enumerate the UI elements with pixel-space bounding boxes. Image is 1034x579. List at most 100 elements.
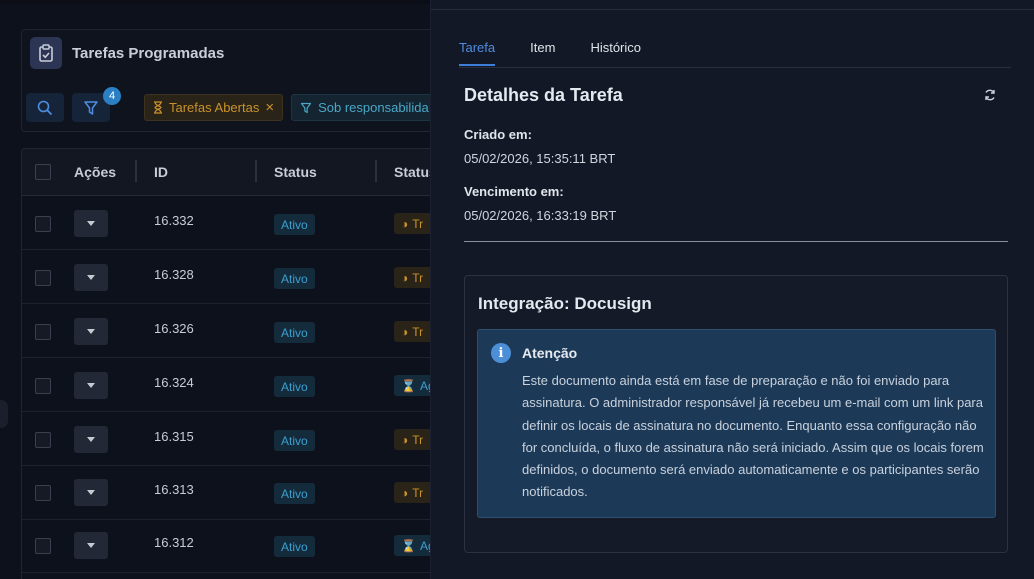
chevron-down-icon: [87, 275, 95, 280]
chevron-down-icon: [87, 329, 95, 334]
row-id: 16.332: [154, 213, 194, 228]
clipboard-icon: [30, 37, 62, 69]
status-badge: Ativo: [274, 536, 315, 557]
table-row[interactable]: 16.332 Ativo ◑ Tr: [22, 196, 440, 250]
table-row[interactable]: 16.324 Ativo ⌛ Ag: [22, 358, 440, 412]
status-badge: Ativo: [274, 214, 315, 235]
filter-row: 4 Tarefas Abertas × Sob responsabilida: [26, 87, 438, 122]
row-checkbox[interactable]: [35, 538, 51, 554]
row-checkbox[interactable]: [35, 216, 51, 232]
row-checkbox[interactable]: [35, 485, 51, 501]
task-status-label: Tr: [412, 485, 424, 500]
clock-half-icon: ◑: [401, 432, 409, 447]
row-actions-button[interactable]: [74, 318, 108, 345]
row-actions-button[interactable]: [74, 532, 108, 559]
row-actions-button[interactable]: [74, 264, 108, 291]
app-root: Tarefas Programadas 4 Tarefas Abertas ×: [0, 0, 1034, 579]
created-value: 05/02/2026, 15:35:11 BRT: [464, 151, 616, 166]
info-icon: i: [491, 343, 511, 363]
tabs-divider: [459, 67, 1011, 68]
filter-button[interactable]: 4: [72, 87, 121, 122]
row-id: 16.324: [154, 375, 194, 390]
column-header-status[interactable]: Status: [274, 164, 317, 180]
status-badge: Ativo: [274, 322, 315, 343]
chevron-down-icon: [87, 437, 95, 442]
row-actions-button[interactable]: [74, 426, 108, 453]
filter-icon: [300, 102, 312, 113]
status-badge: Ativo: [274, 376, 315, 397]
close-icon[interactable]: ×: [265, 99, 274, 116]
table-row[interactable]: 16.328 Ativo ◑ Tr: [22, 250, 440, 304]
hourglass-icon: ⌛: [401, 538, 416, 553]
row-actions-button[interactable]: [74, 479, 108, 506]
task-list-panel: Tarefas Programadas 4 Tarefas Abertas ×: [0, 0, 441, 579]
table-row[interactable]: 16.313 Ativo ◑ Tr: [22, 466, 440, 520]
section-title: Detalhes da Tarefa: [464, 85, 623, 105]
integration-title: Integração: Docusign: [478, 294, 652, 313]
clock-half-icon: ◑: [401, 270, 409, 285]
column-header-actions[interactable]: Ações: [74, 164, 116, 180]
page-title: Tarefas Programadas: [72, 44, 225, 62]
divider: [464, 241, 1008, 242]
integration-card: Integração: Docusign i Atenção Este docu…: [464, 275, 1008, 553]
row-id: 16.326: [154, 321, 194, 336]
tab-history[interactable]: Histórico: [590, 40, 641, 66]
alert-title: Atenção: [522, 345, 578, 361]
filter-count-badge: 4: [103, 87, 121, 105]
tab-item[interactable]: Item: [530, 40, 555, 66]
search-icon: [37, 100, 53, 115]
task-status-label: Tr: [412, 324, 424, 339]
table-row[interactable]: 16.312 Ativo ⌛ Ag: [22, 519, 440, 573]
detail-tabs: Tarefa Item Histórico: [459, 40, 641, 66]
row-id: 16.312: [154, 535, 194, 550]
row-id: 16.313: [154, 482, 194, 497]
table-row[interactable]: 16.326 Ativo ◑ Tr: [22, 304, 440, 358]
column-divider: [375, 160, 377, 182]
created-label: Criado em:: [464, 127, 532, 142]
chip-label: Tarefas Abertas: [169, 100, 260, 115]
row-actions-button[interactable]: [74, 372, 108, 399]
row-id: 16.328: [154, 267, 194, 282]
search-button[interactable]: [26, 93, 64, 122]
due-label: Vencimento em:: [464, 184, 564, 199]
clock-half-icon: ◑: [401, 216, 409, 231]
tab-task[interactable]: Tarefa: [459, 40, 496, 66]
filter-chip-open-tasks[interactable]: Tarefas Abertas ×: [144, 94, 284, 121]
chevron-down-icon: [87, 490, 95, 495]
filter-chip-responsibility[interactable]: Sob responsabilida: [291, 94, 438, 121]
chevron-down-icon: [87, 383, 95, 388]
title-row: Tarefas Programadas: [30, 37, 224, 69]
task-status-label: Tr: [412, 270, 424, 285]
top-bar: [0, 0, 440, 4]
row-checkbox[interactable]: [35, 270, 51, 286]
table-row[interactable]: 16.315 Ativo ◑ Tr: [22, 412, 440, 466]
column-divider: [135, 160, 137, 182]
table-header: Ações ID Status Status: [22, 149, 440, 196]
drawer-top-edge: [431, 0, 1034, 10]
refresh-icon[interactable]: [983, 88, 997, 102]
row-id: 16.315: [154, 429, 194, 444]
row-checkbox[interactable]: [35, 432, 51, 448]
chip-label: Sob responsabilida: [318, 100, 429, 115]
collapse-handle[interactable]: [0, 400, 8, 428]
select-all-checkbox[interactable]: [35, 164, 51, 180]
task-status-label: Tr: [412, 432, 424, 447]
filter-icon: [84, 100, 98, 115]
row-checkbox[interactable]: [35, 324, 51, 340]
clock-half-icon: ◑: [401, 324, 409, 339]
column-header-id[interactable]: ID: [154, 164, 168, 180]
column-divider: [255, 160, 257, 182]
chevron-down-icon: [87, 543, 95, 548]
status-badge: Ativo: [274, 430, 315, 451]
alert-message: Este documento ainda está em fase de pre…: [522, 373, 984, 500]
status-badge: Ativo: [274, 268, 315, 289]
row-checkbox[interactable]: [35, 378, 51, 394]
status-badge: Ativo: [274, 483, 315, 504]
hourglass-icon: ⌛: [401, 378, 416, 393]
chevron-down-icon: [87, 221, 95, 226]
clock-half-icon: ◑: [401, 485, 409, 500]
task-detail-drawer: Tarefa Item Histórico Detalhes da Tarefa…: [430, 0, 1034, 579]
row-actions-button[interactable]: [74, 210, 108, 237]
tasks-table: Ações ID Status Status 16.332 Ativo ◑ Tr …: [21, 148, 441, 579]
warning-alert: i Atenção Este documento ainda está em f…: [477, 329, 996, 518]
